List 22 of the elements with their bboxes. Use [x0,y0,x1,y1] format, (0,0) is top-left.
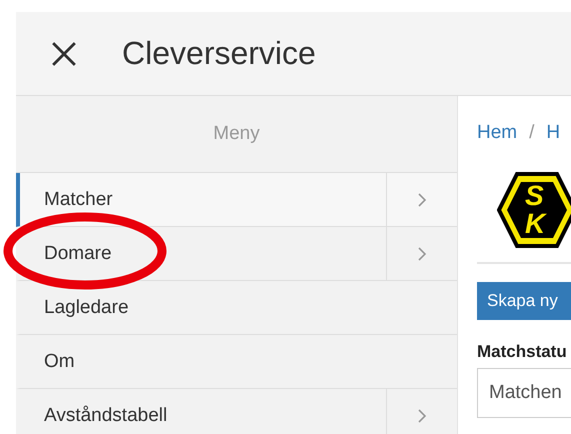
menu-item[interactable]: Avståndstabell [16,389,457,434]
menu-item[interactable]: Lagledare [16,281,457,335]
field-label: Matchstatu [477,342,567,362]
menu-item[interactable]: Matcher [16,173,457,227]
menu-item-label: Lagledare [44,296,130,318]
chevron-right-icon [417,192,427,208]
create-button[interactable]: Skapa ny [477,282,571,320]
breadcrumb-link[interactable]: Hem [477,122,518,144]
menu-item-label: Domare [44,242,113,264]
menu-item-label: Om [44,350,76,372]
menu-item-label: Matcher [44,188,114,210]
menu-item-label: Avståndstabell [44,404,168,426]
chevron-right-icon [417,408,427,424]
menu-item[interactable]: Domare [16,227,457,281]
close-icon[interactable] [51,40,77,66]
breadcrumb-link[interactable]: H [546,122,560,144]
breadcrumb-separator: / [529,122,534,144]
menu-item[interactable]: Om [16,335,457,389]
chevron-right-icon [417,246,427,262]
status-select[interactable]: Matchen [477,368,571,418]
club-logo: S K [497,170,571,250]
app-title: Cleverservice [122,35,316,72]
